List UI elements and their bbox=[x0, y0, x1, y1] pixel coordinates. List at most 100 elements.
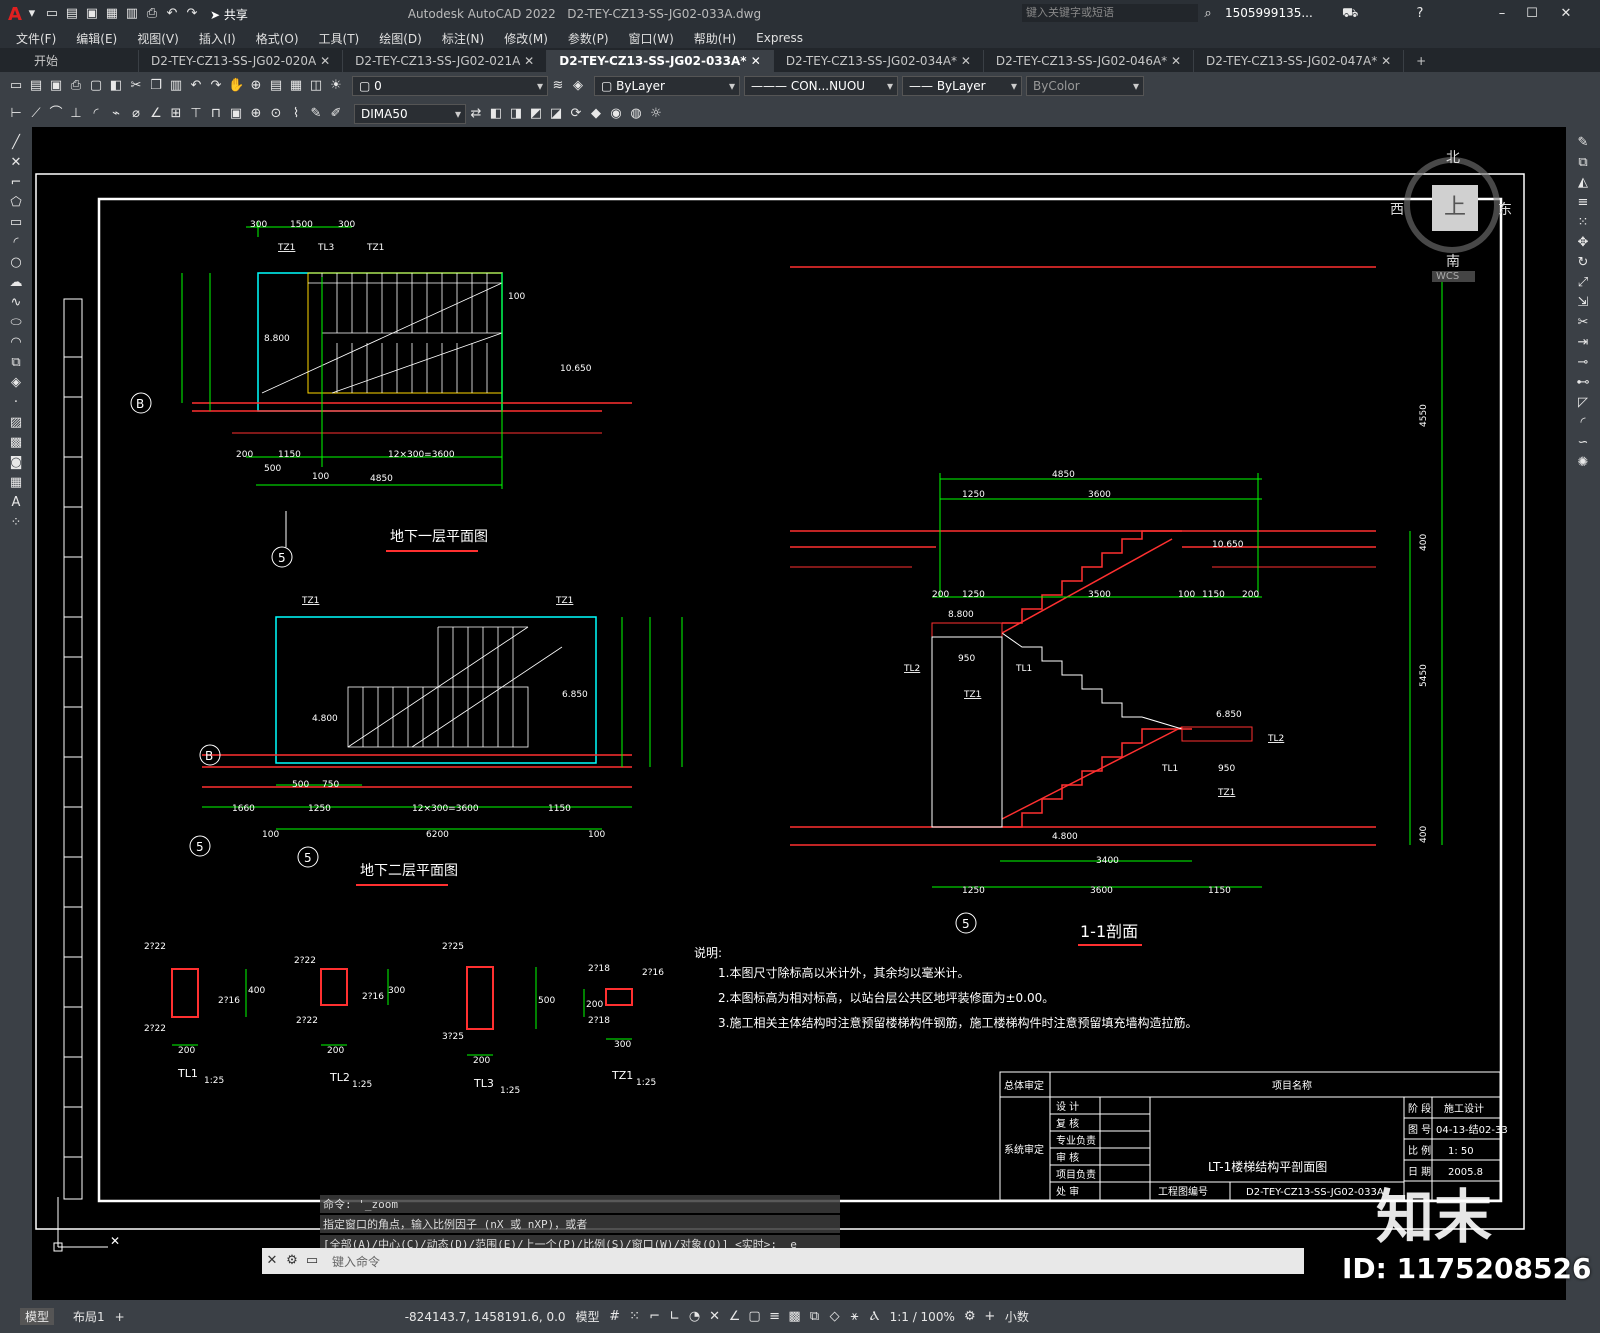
open-icon[interactable]: ▤ bbox=[28, 78, 44, 94]
fillet-icon[interactable]: ◜ bbox=[1575, 415, 1591, 431]
tolerance-icon[interactable]: ▣ bbox=[228, 106, 244, 122]
layer-previous-icon[interactable]: ≋ bbox=[550, 78, 566, 94]
grid-icon[interactable]: # bbox=[607, 1309, 623, 1325]
tab-start[interactable]: 开始 bbox=[0, 50, 140, 72]
wcs-menu[interactable]: WCS bbox=[1432, 271, 1476, 282]
workspace-gear-icon[interactable]: ⚙ bbox=[962, 1309, 978, 1325]
chamfer-icon[interactable]: ◸ bbox=[1575, 395, 1591, 411]
extend-icon[interactable]: ⇥ bbox=[1575, 335, 1591, 351]
close-command-icon[interactable]: ✕ bbox=[264, 1253, 280, 1269]
view-side-icon[interactable]: ◩ bbox=[528, 106, 544, 122]
table-icon[interactable]: ▦ bbox=[8, 475, 24, 491]
menu-view[interactable]: 视图(V) bbox=[127, 30, 189, 47]
rectangle-icon[interactable]: ▭ bbox=[8, 215, 24, 231]
dimupdate-icon[interactable]: ⇄ bbox=[468, 106, 484, 122]
viewcube-west[interactable]: 西 bbox=[1390, 199, 1404, 219]
plotstyle-dropdown[interactable]: ByColor bbox=[1026, 76, 1144, 96]
mtext-icon[interactable]: A bbox=[8, 495, 24, 511]
print-icon[interactable]: ⎙ bbox=[144, 6, 160, 22]
plus-icon[interactable]: + bbox=[982, 1309, 998, 1325]
view-iso-icon[interactable]: ◪ bbox=[548, 106, 564, 122]
menu-parametric[interactable]: 参数(P) bbox=[558, 30, 619, 47]
tab-file-021a[interactable]: D2-TEY-CZ13-SS-JG02-021A ✕ bbox=[343, 50, 548, 72]
center-mark-icon[interactable]: ⊕ bbox=[248, 106, 264, 122]
cart-icon[interactable]: ⛟ bbox=[1342, 6, 1358, 22]
layer-dropdown[interactable]: ▢ 0 bbox=[352, 76, 548, 96]
ellipse-icon[interactable]: ⬭ bbox=[8, 315, 24, 331]
snap-icon[interactable]: ⁙ bbox=[627, 1309, 643, 1325]
command-input[interactable]: 键入命令 bbox=[332, 1253, 380, 1270]
viewcube[interactable]: 上 北 南 西 东 WCS bbox=[1390, 147, 1514, 287]
paste-icon[interactable]: ▥ bbox=[168, 78, 184, 94]
view-front-icon[interactable]: ◧ bbox=[488, 106, 504, 122]
open-icon[interactable]: ▤ bbox=[64, 6, 80, 22]
chevron-down-icon[interactable]: ▾ bbox=[24, 6, 40, 22]
dimedit-icon[interactable]: ✎ bbox=[308, 106, 324, 122]
cut-icon[interactable]: ✂ bbox=[128, 78, 144, 94]
ducs-icon[interactable]: ▢ bbox=[747, 1309, 763, 1325]
insert-block-icon[interactable]: ⧉ bbox=[8, 355, 24, 371]
point-icon[interactable]: · bbox=[8, 395, 24, 411]
material-icon[interactable]: ◍ bbox=[628, 106, 644, 122]
menu-window[interactable]: 窗口(W) bbox=[619, 30, 684, 47]
aligned-dim-icon[interactable]: ⟋ bbox=[28, 106, 44, 122]
scale-icon[interactable]: ⤢ bbox=[1575, 275, 1591, 291]
maximize-icon[interactable]: ☐ bbox=[1524, 6, 1540, 22]
erase-icon[interactable]: ✎ bbox=[1575, 135, 1591, 151]
layer-state-icon[interactable]: ☀ bbox=[328, 78, 344, 94]
zoom-icon[interactable]: ⊕ bbox=[248, 78, 264, 94]
help-icon[interactable]: ? bbox=[1412, 6, 1428, 22]
menu-format[interactable]: 格式(O) bbox=[246, 30, 309, 47]
blend-icon[interactable]: ∽ bbox=[1575, 435, 1591, 451]
dimstyle-dropdown[interactable]: DIMA50 bbox=[354, 103, 466, 124]
properties-icon[interactable]: ▤ bbox=[268, 78, 284, 94]
otrack-icon[interactable]: ∠ bbox=[727, 1309, 743, 1325]
3d-osnap-icon[interactable]: ◇ bbox=[827, 1309, 843, 1325]
view-top-icon[interactable]: ◨ bbox=[508, 106, 524, 122]
menu-file[interactable]: 文件(F) bbox=[6, 30, 66, 47]
jogged-linear-icon[interactable]: ⌇ bbox=[288, 106, 304, 122]
menu-insert[interactable]: 插入(I) bbox=[189, 30, 246, 47]
autocad-logo-icon[interactable]: A bbox=[8, 4, 22, 25]
linetype-dropdown[interactable]: ——— CON...NUOU bbox=[744, 76, 898, 96]
inspect-icon[interactable]: ⊙ bbox=[268, 106, 284, 122]
selection-cycling-icon[interactable]: ⧉ bbox=[807, 1309, 823, 1325]
drawing-canvas[interactable]: 300 1500 300 TZ1 TL3 TZ1 100 10.650 8.800 200 1… bbox=[32, 127, 1566, 1300]
viewcube-top-face[interactable]: 上 bbox=[1432, 185, 1478, 231]
linear-dim-icon[interactable]: ⊢ bbox=[8, 106, 24, 122]
menu-express[interactable]: Express bbox=[746, 31, 813, 45]
layer-manager-icon[interactable]: ◫ bbox=[308, 78, 324, 94]
model-space-button[interactable]: 模型 bbox=[571, 1308, 605, 1325]
light-icon[interactable]: ☼ bbox=[648, 106, 664, 122]
spline-icon[interactable]: ∿ bbox=[8, 295, 24, 311]
polygon-icon[interactable]: ⬠ bbox=[8, 195, 24, 211]
tab-file-046a[interactable]: D2-TEY-CZ13-SS-JG02-046A* ✕ bbox=[984, 50, 1195, 72]
arc-dim-icon[interactable]: ⌒ bbox=[48, 106, 64, 122]
new-icon[interactable]: ▭ bbox=[8, 78, 24, 94]
new-tab-button[interactable]: + bbox=[1404, 50, 1438, 72]
close-icon[interactable]: ✕ bbox=[1558, 6, 1574, 22]
radius-dim-icon[interactable]: ◜ bbox=[88, 106, 104, 122]
shade-icon[interactable]: ◆ bbox=[588, 106, 604, 122]
make-block-icon[interactable]: ◈ bbox=[8, 375, 24, 391]
baseline-dim-icon[interactable]: ⊤ bbox=[188, 106, 204, 122]
revision-cloud-icon[interactable]: ☁ bbox=[8, 275, 24, 291]
annotation-scale-icon[interactable]: Ⲁ bbox=[867, 1309, 883, 1325]
construction-line-icon[interactable]: ✕ bbox=[8, 155, 24, 171]
array-icon[interactable]: ⁙ bbox=[1575, 215, 1591, 231]
tab-file-033a[interactable]: D2-TEY-CZ13-SS-JG02-033A* ✕ bbox=[547, 50, 774, 72]
layer-iso-icon[interactable]: ◈ bbox=[570, 78, 586, 94]
stretch-icon[interactable]: ⇲ bbox=[1575, 295, 1591, 311]
menu-tools[interactable]: 工具(T) bbox=[309, 30, 370, 47]
arc-icon[interactable]: ◜ bbox=[8, 235, 24, 251]
trim-icon[interactable]: ✂ bbox=[1575, 315, 1591, 331]
annotation-scale[interactable]: 1:1 / 100% bbox=[885, 1310, 960, 1324]
preview-icon[interactable]: ▢ bbox=[88, 78, 104, 94]
publish-icon[interactable]: ◧ bbox=[108, 78, 124, 94]
menu-draw[interactable]: 绘图(D) bbox=[369, 30, 432, 47]
lineweight-dropdown[interactable]: —— ByLayer bbox=[902, 76, 1022, 96]
saveas-icon[interactable]: ▦ bbox=[104, 6, 120, 22]
menu-dimension[interactable]: 标注(N) bbox=[432, 30, 494, 47]
tab-file-020a[interactable]: D2-TEY-CZ13-SS-JG02-020A ✕ bbox=[139, 50, 344, 72]
copy-object-icon[interactable]: ⧉ bbox=[1575, 155, 1591, 171]
